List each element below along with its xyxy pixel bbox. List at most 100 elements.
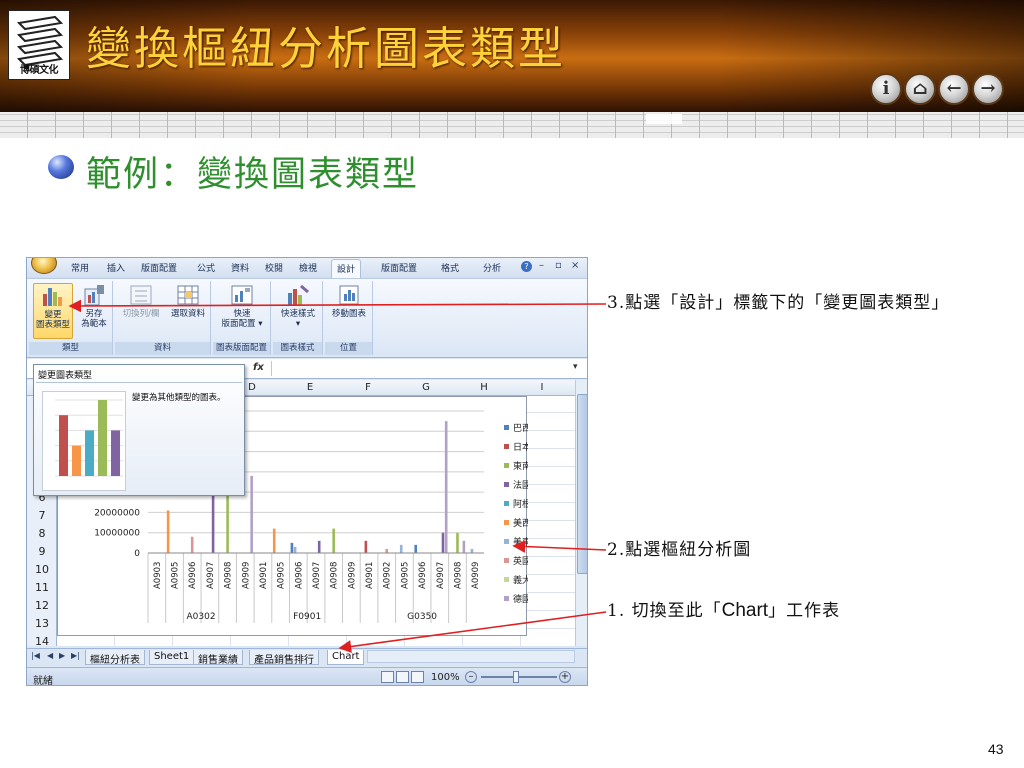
vertical-scroll-thumb[interactable] <box>577 394 587 574</box>
change-chart-type-button[interactable]: 變更 圖表類型 <box>33 283 73 339</box>
help-icon[interactable]: ? <box>521 261 532 272</box>
thumbnail-bar <box>72 445 81 476</box>
quick-layout-button[interactable]: 快速 版面配置 ▾ <box>217 283 267 329</box>
publisher-logo: 博碩文化 <box>8 10 70 80</box>
sheet-tab-sheet1[interactable]: Sheet1 <box>149 650 195 665</box>
tab-view[interactable]: 檢視 <box>299 261 317 274</box>
sheet-tab-pivot[interactable]: 樞紐分析表 <box>85 650 145 666</box>
row-header-11[interactable]: 11 <box>27 581 57 594</box>
legend-swatch <box>504 520 509 525</box>
last-sheet-icon[interactable]: ▶| <box>71 651 80 660</box>
tab-data[interactable]: 資料 <box>231 261 249 274</box>
select-data-button[interactable]: 選取資料 <box>167 283 209 319</box>
sheet-tab-sales[interactable]: 銷售業績 <box>193 650 243 666</box>
bar-chart-icon <box>43 288 62 306</box>
zoom-in-icon[interactable]: + <box>559 671 571 683</box>
row-header-14[interactable]: 14 <box>27 635 57 648</box>
zoom-slider-handle[interactable] <box>513 671 519 683</box>
save-as-template-button[interactable]: 另存 為範本 <box>77 283 111 329</box>
header-stripe <box>0 112 1024 138</box>
tab-format[interactable]: 格式 <box>441 261 459 274</box>
vertical-scrollbar[interactable] <box>575 380 587 646</box>
x-category-label: A0906 <box>294 562 304 589</box>
switch-row-col-button[interactable]: 切換列/欄 <box>117 283 165 319</box>
logo-mark-icon <box>16 15 64 67</box>
arrow-left-icon: ← <box>946 78 962 99</box>
tab-chart-layout[interactable]: 版面配置 <box>381 261 417 274</box>
next-sheet-icon[interactable]: ▶ <box>59 651 65 660</box>
quick-style-button[interactable]: 快速樣式 ▾ <box>275 283 321 329</box>
change-chart-type-tooltip: 變更圖表類型 變更為其他類型的圖表。 <box>33 364 245 496</box>
zoom-slider[interactable] <box>481 676 557 678</box>
group-data: 切換列/欄 選取資料 資料 <box>115 281 211 355</box>
legend-swatch <box>504 539 509 544</box>
x-category-label: A0906 <box>188 562 198 589</box>
x-category-label: A0909 <box>471 562 481 589</box>
chart-bar <box>470 548 474 553</box>
tooltip-description: 變更為其他類型的圖表。 <box>132 393 226 403</box>
row-header-7[interactable]: 7 <box>27 509 57 522</box>
tab-page-layout[interactable]: 版面配置 <box>141 261 177 274</box>
legend-swatch <box>504 444 509 449</box>
row-header-13[interactable]: 13 <box>27 617 57 630</box>
row-header-9[interactable]: 9 <box>27 545 57 558</box>
page-break-view-icon[interactable] <box>411 671 424 683</box>
sheet-tab-chart[interactable]: Chart <box>327 650 365 665</box>
legend-label: 阿根廷 <box>513 498 528 510</box>
move-chart-label: 移動圖表 <box>331 309 366 319</box>
tab-insert[interactable]: 插入 <box>107 261 125 274</box>
legend-label: 義大利 <box>513 574 528 586</box>
thumbnail-bar <box>85 430 94 476</box>
page-layout-view-icon[interactable] <box>396 671 409 683</box>
chart-bar <box>317 540 321 553</box>
tab-review[interactable]: 校閱 <box>265 261 283 274</box>
save-template-label-1: 另存 <box>85 309 103 319</box>
tab-home[interactable]: 常用 <box>71 261 89 274</box>
column-header-f[interactable]: F <box>339 382 397 393</box>
home-button[interactable]: ⌂ <box>904 73 936 105</box>
back-button[interactable]: ← <box>938 73 970 105</box>
callout-step-3: 3.點選「設計」標籤下的「變更圖表類型」 <box>607 293 950 313</box>
y-tick-label: 10000000 <box>94 529 140 539</box>
row-header-12[interactable]: 12 <box>27 599 57 612</box>
tab-analyze[interactable]: 分析 <box>483 261 501 274</box>
column-header-i[interactable]: I <box>513 382 571 393</box>
x-category-label: A0909 <box>347 562 357 589</box>
column-header-e[interactable]: E <box>281 382 339 393</box>
move-chart-button[interactable]: 移動圖表 <box>327 283 371 319</box>
row-header-10[interactable]: 10 <box>27 563 57 576</box>
tab-design[interactable]: 設計 <box>331 259 362 279</box>
normal-view-icon[interactable] <box>381 671 394 683</box>
tab-formulas[interactable]: 公式 <box>197 261 215 274</box>
horizontal-scrollbar[interactable] <box>367 650 575 663</box>
slide: 博碩文化 變換樞紐分析圖表類型 i ⌂ ← → 範例：變換圖表類型 常用 插入 … <box>0 0 1024 768</box>
sheet-tab-ranking[interactable]: 產品銷售排行 <box>249 650 319 666</box>
row-header-8[interactable]: 8 <box>27 527 57 540</box>
column-header-h[interactable]: H <box>455 382 513 393</box>
formula-input[interactable] <box>271 361 571 376</box>
x-category-label: A0905 <box>171 562 181 589</box>
tooltip-separator <box>36 382 242 383</box>
prev-sheet-icon[interactable]: ◀ <box>47 651 53 660</box>
callout-step-1-suffix: 」工作表 <box>768 601 841 621</box>
column-header-g[interactable]: G <box>397 382 455 393</box>
expand-formula-icon[interactable]: ▾ <box>573 362 578 372</box>
minimize-icon[interactable]: – <box>539 260 544 271</box>
group-chart-layouts: 快速 版面配置 ▾ 圖表版面配置 <box>213 281 271 355</box>
quick-style-label-1: 快速樣式 <box>280 309 315 319</box>
zoom-out-icon[interactable]: – <box>465 671 477 683</box>
chart-bar <box>293 546 297 553</box>
restore-icon[interactable]: ▫ <box>555 260 562 271</box>
forward-button[interactable]: → <box>972 73 1004 105</box>
x-category-label: A0907 <box>206 562 216 589</box>
quick-layout-icon <box>231 285 253 305</box>
x-category-label: A0906 <box>418 562 428 589</box>
select-data-icon <box>177 285 199 305</box>
close-icon[interactable]: × <box>571 260 579 271</box>
thumbnail-bar <box>111 430 120 476</box>
info-button[interactable]: i <box>870 73 902 105</box>
first-sheet-icon[interactable]: |◀ <box>31 651 40 660</box>
zoom-level[interactable]: 100% <box>431 672 460 683</box>
fx-icon[interactable]: fx <box>253 362 264 373</box>
chart-bar <box>385 548 389 553</box>
